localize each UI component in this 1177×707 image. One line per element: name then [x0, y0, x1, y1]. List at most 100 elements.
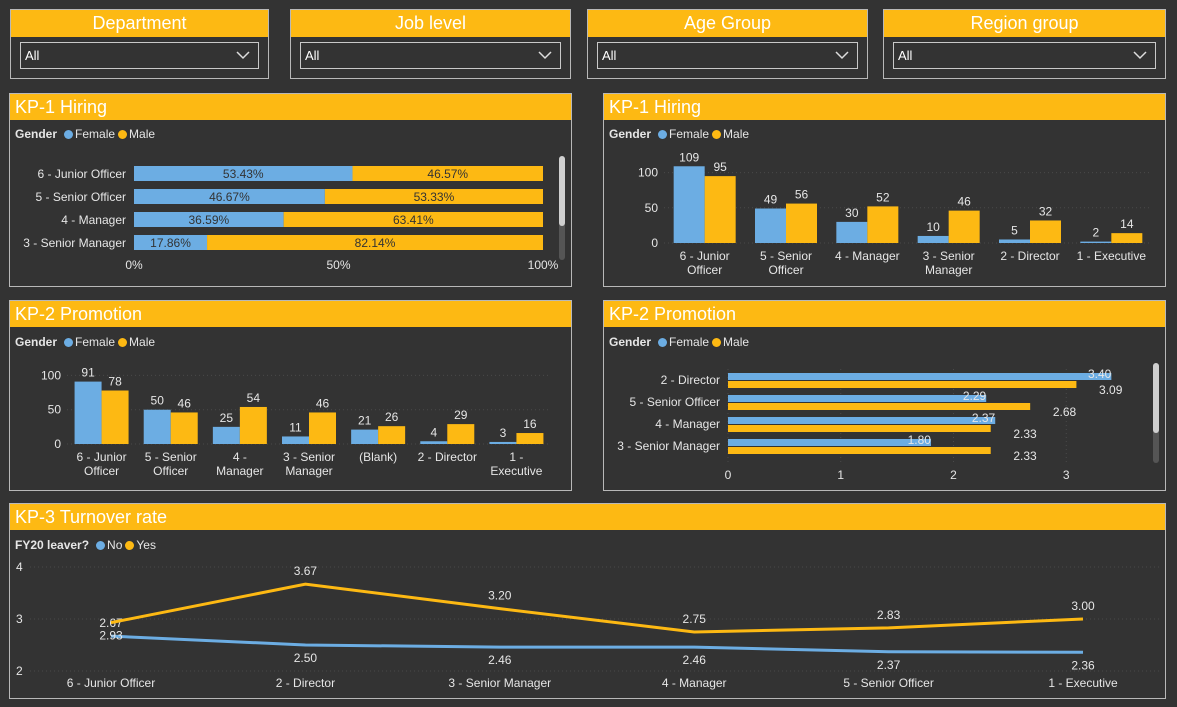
- data-label-female: 2: [1092, 226, 1099, 240]
- data-label-male: 16: [523, 417, 537, 431]
- bar-male: [728, 403, 1031, 410]
- bar-female: [917, 235, 949, 243]
- x-axis-label: Manager: [285, 464, 332, 478]
- panel-title: KP-2 Promotion: [604, 301, 1165, 327]
- department-dropdown[interactable]: All: [20, 42, 259, 69]
- job-level-dropdown[interactable]: All: [300, 42, 561, 69]
- y-axis-label: 2 - Director: [661, 373, 720, 387]
- data-label-male: 52: [876, 190, 890, 204]
- bar-female: [212, 426, 240, 444]
- data-label-male: 46: [957, 195, 971, 209]
- data-label-no: 2.36: [1071, 658, 1095, 672]
- panel-turnover-rate: KP-3 Turnover rate FY20 leaver? No Yes 234…: [9, 503, 1166, 699]
- scrollbar[interactable]: [1153, 363, 1159, 433]
- slicer-age-group: Age Group All: [587, 9, 868, 79]
- data-label-yes: 2.93: [99, 629, 123, 643]
- x-axis-label: 5 - Senior Officer: [843, 676, 933, 690]
- department-dropdown-value: All: [25, 48, 40, 63]
- hiring-percent-chart: 6 - Junior Officer 53.43% 46.57% 5 - Senior…: [23, 166, 559, 272]
- data-label-yes: 3.00: [1071, 599, 1095, 613]
- data-label-male: 32: [1039, 204, 1053, 218]
- bar-female: [999, 239, 1030, 243]
- data-label-yes: 2.83: [877, 608, 901, 622]
- bar-male: [948, 210, 980, 243]
- bar-female: [728, 373, 1112, 380]
- panel-title: KP-1 Hiring: [10, 94, 571, 120]
- bar-male: [516, 433, 544, 444]
- data-label-female: 109: [679, 150, 699, 164]
- chevron-down-icon: [236, 51, 250, 60]
- data-label-male: 82.14%: [355, 236, 396, 250]
- bar-female: [1080, 241, 1112, 243]
- bar-male: [1111, 233, 1143, 243]
- bar-male: [728, 381, 1077, 388]
- x-tick-label: 2: [950, 468, 957, 482]
- panel-title: KP-2 Promotion: [10, 301, 571, 327]
- line-no: [110, 634, 1084, 654]
- data-label-female: 2.37: [972, 411, 996, 425]
- data-label-female: 50: [151, 394, 165, 408]
- x-axis-label: Manager: [216, 464, 263, 478]
- promotion-average-chart: 0 1 2 3 2 - Director 3.40 3.09 5 - Senior Offic…: [617, 367, 1123, 482]
- chevron-down-icon: [538, 51, 552, 60]
- hiring-count-chart: 050100109956 - JuniorOfficer49 565 - Seni…: [638, 150, 1152, 277]
- age-group-dropdown[interactable]: All: [597, 42, 858, 69]
- x-axis-label: Officer: [687, 263, 722, 277]
- slicer-region-group-title: Region group: [884, 10, 1165, 37]
- y-tick-label: 100: [638, 166, 658, 180]
- panel-promotion-count: KP-2 Promotion Gender Female Male 0 50 100 91…: [9, 300, 572, 491]
- y-tick-label: 50: [48, 403, 62, 417]
- data-label-female: 10: [926, 220, 940, 234]
- data-label-male: 53.33%: [414, 190, 455, 204]
- x-tick-label: 0%: [125, 258, 143, 272]
- bar-male: [1030, 220, 1061, 243]
- bar-female: [728, 417, 996, 424]
- x-axis-label: Executive: [490, 464, 542, 478]
- slicer-department: Department All: [10, 9, 269, 79]
- x-axis-label: Officer: [84, 464, 119, 478]
- panel-title: KP-1 Hiring: [604, 94, 1165, 120]
- data-label-female: 3.40: [1088, 367, 1112, 381]
- region-group-dropdown[interactable]: All: [893, 42, 1156, 69]
- age-group-dropdown-value: All: [602, 48, 617, 63]
- data-label-no: 2.46: [488, 653, 512, 667]
- slicer-region-group: Region group All: [883, 9, 1166, 79]
- bar-male: [728, 447, 991, 454]
- data-label-female: 53.43%: [223, 167, 264, 181]
- data-label-male: 3.09: [1099, 383, 1123, 397]
- data-label-female: 1.80: [908, 433, 932, 447]
- x-axis-label: Officer: [768, 263, 803, 277]
- data-label-female: 2.29: [963, 389, 987, 403]
- x-axis-label: Officer: [153, 464, 188, 478]
- scrollbar[interactable]: [559, 156, 565, 226]
- data-label-no: 2.37: [877, 658, 901, 672]
- y-tick-label: 4: [16, 560, 23, 574]
- job-level-dropdown-value: All: [305, 48, 320, 63]
- x-axis-label: 1 -: [509, 450, 523, 464]
- data-label-male: 2.33: [1013, 449, 1037, 463]
- bar-female: [143, 409, 171, 444]
- bar-male: [786, 203, 817, 243]
- bar-female: [489, 441, 517, 444]
- bar-male: [704, 176, 736, 243]
- x-tick-label: 1: [837, 468, 844, 482]
- bar-male: [309, 412, 336, 444]
- panel-title: KP-3 Turnover rate: [10, 504, 1165, 530]
- x-axis-label: 3 - Senior: [283, 450, 335, 464]
- bar-female: [728, 439, 931, 446]
- bar-female: [728, 395, 987, 402]
- data-label-female: 46.67%: [209, 190, 250, 204]
- x-axis-label: 5 - Senior: [760, 249, 812, 263]
- data-label-female: 49: [764, 193, 778, 207]
- x-axis-label: 6 - Junior: [77, 450, 127, 464]
- data-label-yes: 2.75: [683, 612, 707, 626]
- x-axis-label: 4 - Manager: [662, 676, 727, 690]
- bar-female: [673, 166, 705, 243]
- data-label-yes: 3.20: [488, 589, 512, 603]
- x-axis-label: 6 - Junior: [680, 249, 730, 263]
- data-label-female: 21: [358, 414, 372, 428]
- chevron-down-icon: [835, 51, 849, 60]
- x-axis-label: 1 - Executive: [1048, 676, 1118, 690]
- x-axis-label: 6 - Junior Officer: [67, 676, 155, 690]
- data-label-yes: 3.67: [294, 564, 318, 578]
